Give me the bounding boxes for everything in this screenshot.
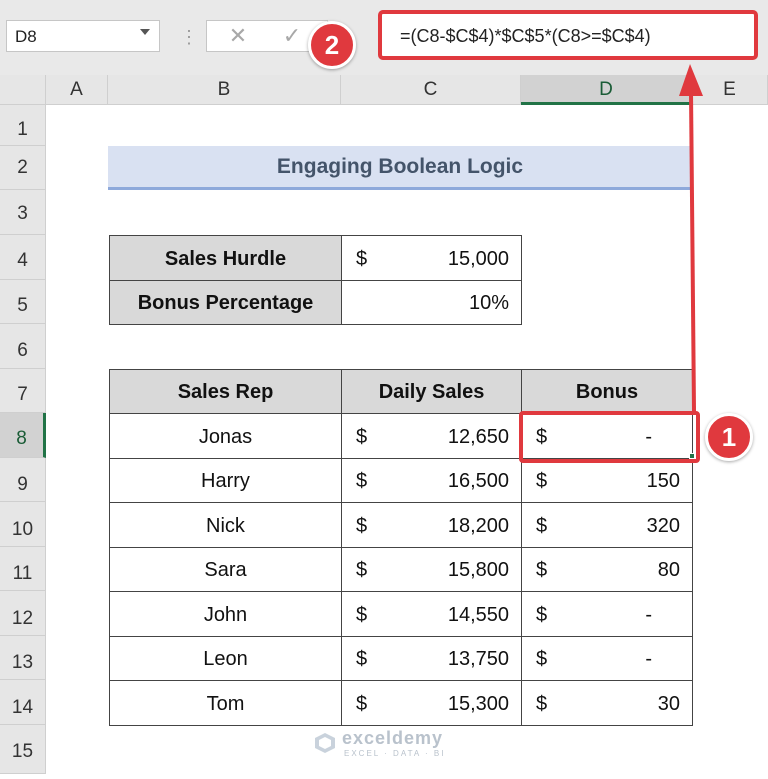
header-daily-sales[interactable]: Daily Sales xyxy=(341,369,522,414)
column-header-a[interactable]: A xyxy=(46,75,108,105)
table-row-sales[interactable]: $ 12,650 xyxy=(341,413,522,459)
bonus-amount: 320 xyxy=(646,515,680,537)
currency-symbol: $ xyxy=(356,604,368,626)
currency-symbol: $ xyxy=(536,693,548,715)
sales-amount: 12,650 xyxy=(447,426,509,448)
table-row-sales[interactable]: $ 16,500 xyxy=(341,458,522,503)
hurdle-label-cell[interactable]: Sales Hurdle xyxy=(109,235,342,281)
row-header-8[interactable]: 8 xyxy=(0,413,46,458)
callout-badge-2: 2 xyxy=(308,21,356,69)
row-header-2[interactable]: 2 xyxy=(0,146,46,190)
table-row-rep[interactable]: Sara xyxy=(109,547,342,592)
row-header-10[interactable]: 10 xyxy=(0,502,46,547)
bonus-amount: - xyxy=(645,604,652,626)
row-header-3[interactable]: 3 xyxy=(0,190,46,235)
sales-amount: 13,750 xyxy=(447,648,509,670)
column-header-d[interactable]: D xyxy=(521,75,692,105)
select-all-corner[interactable] xyxy=(0,75,46,105)
bonus-amount: 30 xyxy=(657,693,680,715)
table-row-sales[interactable]: $ 15,300 xyxy=(341,680,522,726)
bonus-pct-value-cell[interactable]: 10% xyxy=(341,280,522,325)
row-header-11[interactable]: 11 xyxy=(0,547,46,591)
column-header-c[interactable]: C xyxy=(341,75,521,105)
exceldemy-logo-icon xyxy=(315,733,335,753)
more-options-icon: ⋮ xyxy=(180,27,198,47)
hurdle-value-cell[interactable]: $ 15,000 xyxy=(341,235,522,281)
exceldemy-watermark: exceldemy EXCEL · DATA · BI xyxy=(312,726,472,766)
table-row-sales[interactable]: $ 13,750 xyxy=(341,636,522,681)
sales-amount: 18,200 xyxy=(447,515,509,537)
header-sales-rep[interactable]: Sales Rep xyxy=(109,369,342,414)
currency-symbol: $ xyxy=(356,693,368,715)
table-row-bonus[interactable]: $ 80 xyxy=(521,547,693,592)
currency-symbol: $ xyxy=(356,648,368,670)
table-row-bonus[interactable]: $ 30 xyxy=(521,680,693,726)
sales-amount: 15,800 xyxy=(447,559,509,581)
sales-amount: 14,550 xyxy=(447,604,509,626)
sheet-title[interactable]: Engaging Boolean Logic xyxy=(108,146,692,190)
column-header-b[interactable]: B xyxy=(108,75,341,105)
cancel-icon[interactable]: ✕ xyxy=(226,22,250,50)
bonus-amount: 80 xyxy=(657,559,680,581)
row-header-7[interactable]: 7 xyxy=(0,369,46,413)
formula-input[interactable]: =(C8-$C$4)*$C$5*(C8>=$C$4) xyxy=(378,10,758,60)
table-row-sales[interactable]: $ 14,550 xyxy=(341,591,522,637)
row-header-13[interactable]: 13 xyxy=(0,636,46,680)
sales-amount: 16,500 xyxy=(447,470,509,492)
currency-symbol: $ xyxy=(356,426,368,448)
row-header-14[interactable]: 14 xyxy=(0,680,46,725)
table-row-rep[interactable]: Nick xyxy=(109,502,342,548)
table-row-sales[interactable]: $ 15,800 xyxy=(341,547,522,592)
hurdle-amount: 15,000 xyxy=(447,248,509,270)
table-row-rep[interactable]: John xyxy=(109,591,342,637)
table-row-sales[interactable]: $ 18,200 xyxy=(341,502,522,548)
currency-symbol: $ xyxy=(356,248,368,270)
name-box[interactable]: D8 xyxy=(6,20,160,52)
table-row-rep[interactable]: Leon xyxy=(109,636,342,681)
bonus-amount: - xyxy=(645,648,652,670)
bonus-amount: 150 xyxy=(646,470,680,492)
fill-handle[interactable] xyxy=(689,453,695,459)
row-header-4[interactable]: 4 xyxy=(0,235,46,280)
watermark-tagline: EXCEL · DATA · BI xyxy=(344,749,446,758)
table-row-bonus[interactable]: $ 150 xyxy=(521,458,693,503)
column-header-e[interactable]: E xyxy=(692,75,768,105)
row-header-5[interactable]: 5 xyxy=(0,280,46,324)
enter-check-icon[interactable]: ✓ xyxy=(280,22,304,50)
table-row-bonus[interactable]: $ - xyxy=(521,591,693,637)
currency-symbol: $ xyxy=(536,470,548,492)
bonus-pct-label-cell[interactable]: Bonus Percentage xyxy=(109,280,342,325)
currency-symbol: $ xyxy=(356,559,368,581)
header-bonus[interactable]: Bonus xyxy=(521,369,693,414)
currency-symbol: $ xyxy=(536,515,548,537)
selected-cell-highlight xyxy=(519,411,700,463)
currency-symbol: $ xyxy=(536,559,548,581)
watermark-name: exceldemy xyxy=(342,728,444,748)
currency-symbol: $ xyxy=(536,648,548,670)
row-header-15[interactable]: 15 xyxy=(0,725,46,774)
table-row-bonus[interactable]: $ - xyxy=(521,636,693,681)
row-header-12[interactable]: 12 xyxy=(0,591,46,636)
table-row-rep[interactable]: Harry xyxy=(109,458,342,503)
row-header-6[interactable]: 6 xyxy=(0,324,46,369)
currency-symbol: $ xyxy=(536,604,548,626)
callout-badge-1: 1 xyxy=(705,413,753,461)
row-header-9[interactable]: 9 xyxy=(0,458,46,502)
chevron-down-icon[interactable] xyxy=(140,29,150,35)
sales-amount: 15,300 xyxy=(447,693,509,715)
table-row-rep[interactable]: Tom xyxy=(109,680,342,726)
currency-symbol: $ xyxy=(356,470,368,492)
table-row-rep[interactable]: Jonas xyxy=(109,413,342,459)
currency-symbol: $ xyxy=(356,515,368,537)
row-header-1[interactable]: 1 xyxy=(0,105,46,146)
table-row-bonus[interactable]: $ 320 xyxy=(521,502,693,548)
bonus-pct-amount: 10% xyxy=(468,292,509,314)
